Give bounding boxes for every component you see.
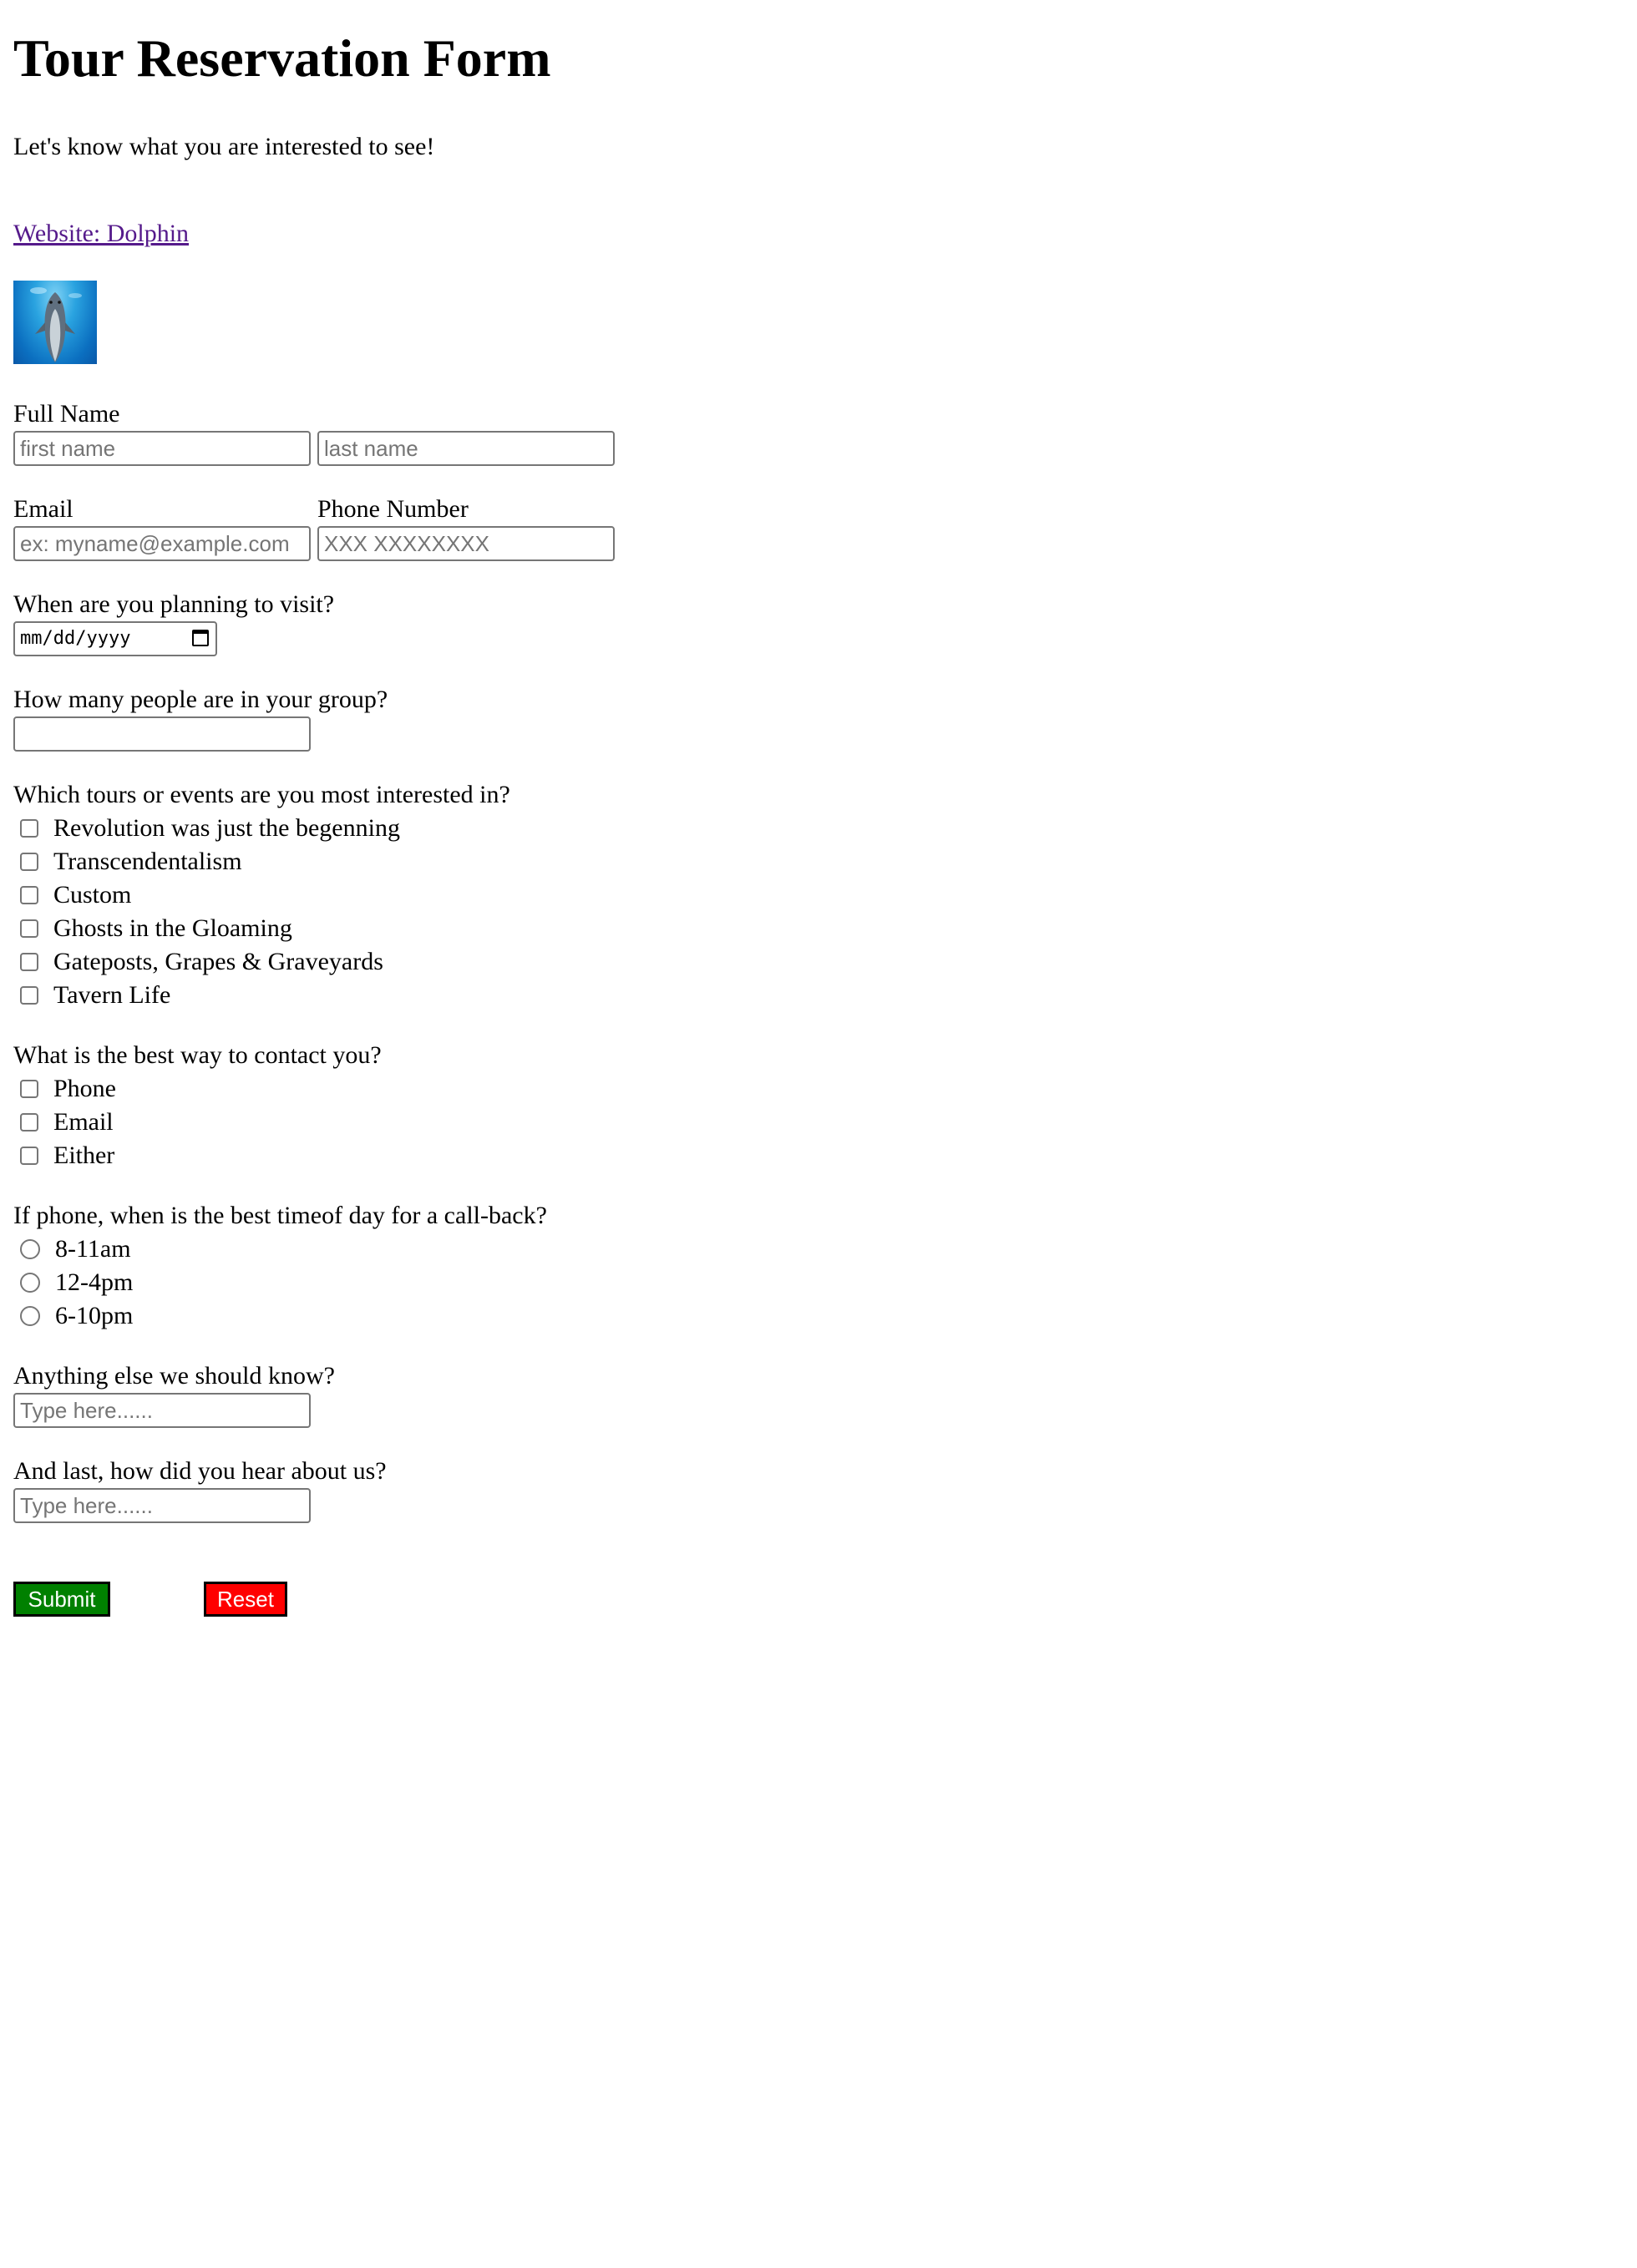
tours-label: Which tours or events are you most inter… — [13, 781, 510, 808]
tour-option-label: Custom — [53, 881, 132, 909]
group-size-input[interactable] — [13, 716, 311, 752]
radio-button[interactable] — [20, 1306, 40, 1326]
checkbox[interactable] — [20, 953, 38, 971]
visit-date-label: When are you planning to visit? — [13, 590, 335, 618]
callback-option-label: 12-4pm — [55, 1268, 134, 1296]
first-name-input[interactable] — [13, 431, 311, 466]
radio-button[interactable] — [20, 1239, 40, 1259]
checkbox[interactable] — [20, 1147, 38, 1165]
notes-input[interactable] — [13, 1393, 311, 1428]
calendar-icon[interactable] — [192, 630, 209, 646]
tour-option-label: Gateposts, Grapes & Graveyards — [53, 948, 383, 975]
callback-option-label: 8-11am — [55, 1235, 131, 1263]
email-input[interactable] — [13, 526, 311, 561]
radio-button[interactable] — [20, 1273, 40, 1293]
website-link[interactable]: Website: Dolphin — [13, 217, 189, 251]
email-label: Email — [13, 495, 73, 523]
date-placeholder: mm/dd/yyyy — [20, 628, 131, 649]
callback-label: If phone, when is the best timeof day fo… — [13, 1202, 547, 1229]
contact-method-label: What is the best way to contact you? — [13, 1041, 382, 1069]
contact-option-label: Email — [53, 1108, 114, 1136]
submit-button[interactable]: Submit — [13, 1582, 110, 1617]
tour-option-label: Transcendentalism — [53, 848, 242, 875]
checkbox[interactable] — [20, 819, 38, 838]
checkbox[interactable] — [20, 919, 38, 938]
notes-label: Anything else we should know? — [13, 1362, 335, 1390]
reset-button[interactable]: Reset — [204, 1582, 287, 1617]
full-name-label: Full Name — [13, 400, 120, 428]
checkbox[interactable] — [20, 1113, 38, 1131]
contact-option-label: Either — [53, 1142, 115, 1169]
phone-label: Phone Number — [317, 495, 469, 523]
visit-date-input[interactable]: mm/dd/yyyy — [13, 621, 217, 656]
checkbox[interactable] — [20, 886, 38, 904]
callback-option-label: 6-10pm — [55, 1302, 134, 1329]
tour-option-label: Ghosts in the Gloaming — [53, 914, 292, 942]
phone-input[interactable] — [317, 526, 615, 561]
page-title: Tour Reservation Form — [13, 28, 551, 88]
tour-option-label: Tavern Life — [53, 981, 171, 1009]
checkbox[interactable] — [20, 853, 38, 871]
dolphin-photo — [13, 281, 97, 364]
contact-option-label: Phone — [53, 1075, 116, 1102]
checkbox[interactable] — [20, 986, 38, 1005]
checkbox[interactable] — [20, 1080, 38, 1098]
group-size-label: How many people are in your group? — [13, 686, 388, 713]
tour-option-label: Revolution was just the begenning — [53, 814, 400, 842]
referral-input[interactable] — [13, 1488, 311, 1523]
tagline: Let's know what you are interested to se… — [13, 133, 435, 160]
last-name-input[interactable] — [317, 431, 615, 466]
referral-label: And last, how did you hear about us? — [13, 1457, 387, 1485]
